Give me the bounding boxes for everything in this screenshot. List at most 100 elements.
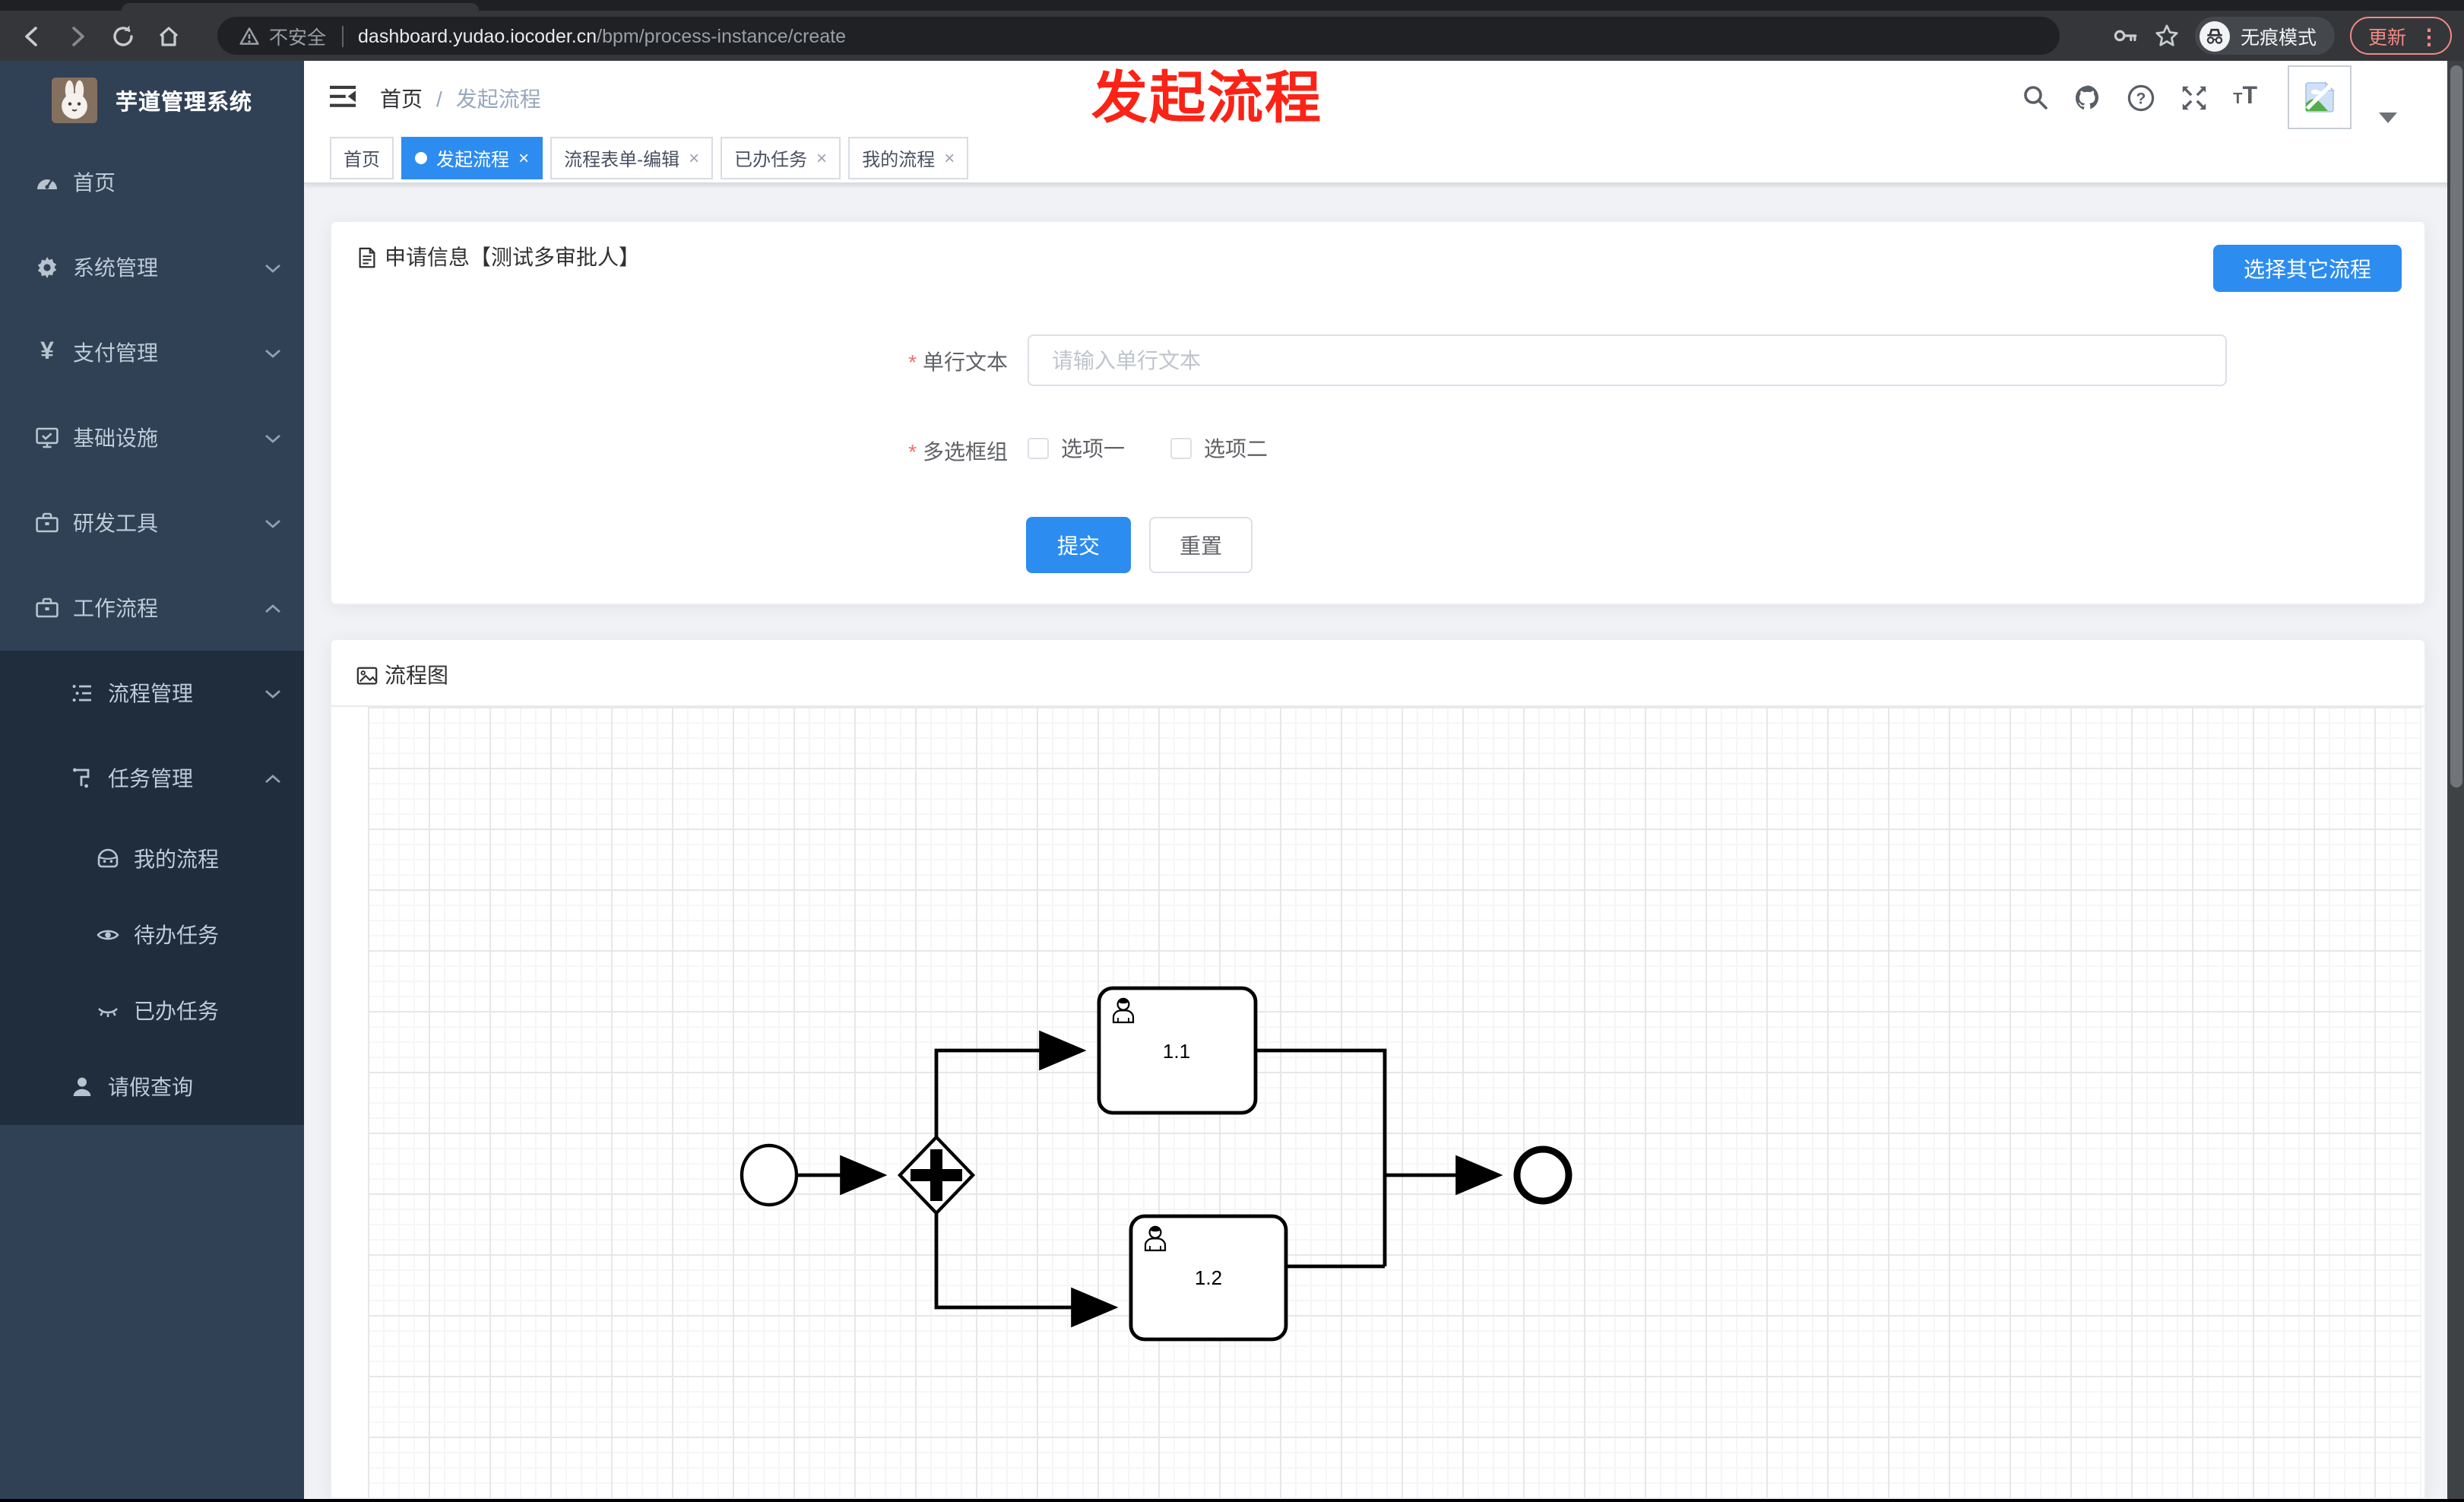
breadcrumb: 首页 / 发起流程 [380,84,541,114]
bpmn-user-task-1-1[interactable]: 1.1 [1097,986,1258,1115]
breadcrumb-current: 发起流程 [455,87,541,111]
workflow-submenu: 流程管理 任务管理 我的流程 待办任务 已办任务 请假查询 [0,651,304,1125]
bookmark-star-icon[interactable] [2154,23,2180,49]
close-icon[interactable]: × [689,147,699,169]
chevron-down-icon [264,433,281,443]
yen-icon: ¥ [40,339,54,365]
eye-open-icon [94,923,122,947]
scrollbar-thumb[interactable] [2450,65,2462,787]
checkbox-option-1[interactable]: 选项一 [1028,433,1125,464]
search-icon[interactable] [2022,84,2049,111]
chevron-down-icon [264,518,281,528]
document-icon [359,246,375,268]
kebab-menu-icon[interactable]: ⋮ [2418,25,2440,46]
checkbox-option-2[interactable]: 选项二 [1170,433,1268,464]
checkbox-icon[interactable] [1170,438,1192,459]
bpmn-user-task-1-2[interactable]: 1.2 [1129,1214,1288,1342]
chevron-down-icon[interactable] [2379,112,2397,122]
checkbox-field-label: 多选框组 [780,436,1008,467]
sidebar-item-payment[interactable]: ¥ 支付管理 [0,310,304,395]
sidebar-item-task-mgmt[interactable]: 任务管理 [0,736,304,821]
eye-closed-icon [94,999,122,1023]
breadcrumb-home[interactable]: 首页 [380,84,423,114]
github-icon[interactable] [2073,83,2102,112]
app-logo-row[interactable]: 芋道管理系统 [0,61,304,140]
breadcrumb-separator: / [436,87,442,111]
sidebar-item-my-process[interactable]: 我的流程 [0,821,304,897]
screen: 不安全 dashboard.yudao.iocoder.cn/bpm/proce… [0,0,2464,1499]
browser-tabstrip [0,0,2464,11]
tab-process-form-edit[interactable]: 流程表单-编辑 × [550,137,714,179]
bpmn-end-event[interactable] [1513,1146,1572,1205]
apply-panel-title: 申请信息【测试多审批人】 [356,242,640,272]
url-path: /bpm/process-instance/create [597,25,847,46]
page-scrollbar[interactable] [2447,61,2464,1499]
diagram-panel-title: 流程图 [356,660,448,690]
home-icon[interactable] [146,16,192,55]
flow-gateway-task1 [934,1030,1087,1137]
close-icon[interactable]: × [944,147,955,169]
page-title-annotation: 发起流程 [1091,67,1322,129]
sidebar-item-process-mgmt[interactable]: 流程管理 [0,651,304,736]
sidebar-item-system[interactable]: 系统管理 [0,225,304,310]
reset-button[interactable]: 重置 [1149,517,1253,573]
app-logo [52,78,97,123]
close-icon[interactable]: × [518,147,529,169]
chevron-down-icon [264,262,281,273]
apply-info-panel: 申请信息【测试多审批人】 选择其它流程 单行文本 多选框组 选项一 选项二 提交… [330,220,2426,605]
checkbox-group: 选项一 选项二 [1028,433,1268,464]
checkbox-icon[interactable] [1028,438,1049,459]
tab-home[interactable]: 首页 [330,137,394,179]
sidebar-item-leave-query[interactable]: 请假查询 [0,1049,304,1125]
key-icon[interactable] [2113,23,2139,49]
reload-icon[interactable] [100,16,146,55]
task-label: 1.1 [1163,1040,1190,1063]
update-chip[interactable]: 更新 ⋮ [2349,17,2452,55]
close-icon[interactable]: × [816,147,827,169]
browser-active-tab[interactable] [122,3,479,11]
sidebar-item-home[interactable]: 首页 [0,140,304,225]
app-title: 芋道管理系统 [116,90,252,115]
sidebar-item-workflow[interactable]: 工作流程 [0,566,304,651]
not-secure-icon [239,25,260,46]
font-size-icon[interactable]: TT [2233,84,2257,111]
process-diagram-panel: 流程图 1.1 1.2 [330,639,2426,1499]
tab-done-tasks[interactable]: 已办任务 × [721,137,841,179]
sidebar-item-todo-tasks[interactable]: 待办任务 [0,897,304,973]
sidebar-item-done-tasks[interactable]: 已办任务 [0,973,304,1049]
app-navbar: 首页 / 发起流程 ? TT [304,61,2464,134]
flow-branch-icon [68,766,96,791]
url-host: dashboard.yudao.iocoder.cn [358,25,597,46]
tab-my-process[interactable]: 我的流程 × [848,137,969,179]
sidebar-item-dev-tools[interactable]: 研发工具 [0,480,304,566]
bpmn-start-event[interactable] [740,1143,799,1207]
url-divider [341,25,344,46]
chevron-up-icon [264,773,281,784]
choose-other-process-button[interactable]: 选择其它流程 [2213,245,2402,292]
svg-text:?: ? [2136,90,2146,107]
sidebar-collapse-icon[interactable] [330,85,356,108]
active-dot-icon [415,152,428,164]
fullscreen-icon[interactable] [2180,83,2209,112]
single-line-text-input[interactable] [1028,334,2227,386]
robot-face-icon [94,847,122,871]
flow-gateway-task2 [934,1213,1119,1328]
tag-view-bar: 首页 发起流程 × 流程表单-编辑 × 已办任务 × 我的流程 × [304,134,2464,184]
help-icon[interactable]: ? [2127,83,2155,112]
image-icon [356,666,378,684]
list-tree-icon [68,681,96,705]
text-field-label: 单行文本 [780,347,1008,377]
incognito-icon [2199,21,2230,51]
forward-icon[interactable] [55,16,100,55]
broken-image-icon [2305,79,2337,112]
submit-button[interactable]: 提交 [1026,517,1131,573]
chevron-up-icon [264,603,281,613]
avatar[interactable] [2288,65,2352,129]
bpmn-parallel-gateway[interactable] [897,1134,976,1216]
toolbox-icon [33,511,61,535]
bpmn-canvas[interactable]: 1.1 1.2 [368,707,2421,1497]
back-icon[interactable] [9,16,55,55]
sidebar-item-infrastructure[interactable]: 基础设施 [0,395,304,480]
url-bar[interactable]: 不安全 dashboard.yudao.iocoder.cn/bpm/proce… [217,17,2060,55]
tab-start-process[interactable]: 发起流程 × [401,137,543,179]
